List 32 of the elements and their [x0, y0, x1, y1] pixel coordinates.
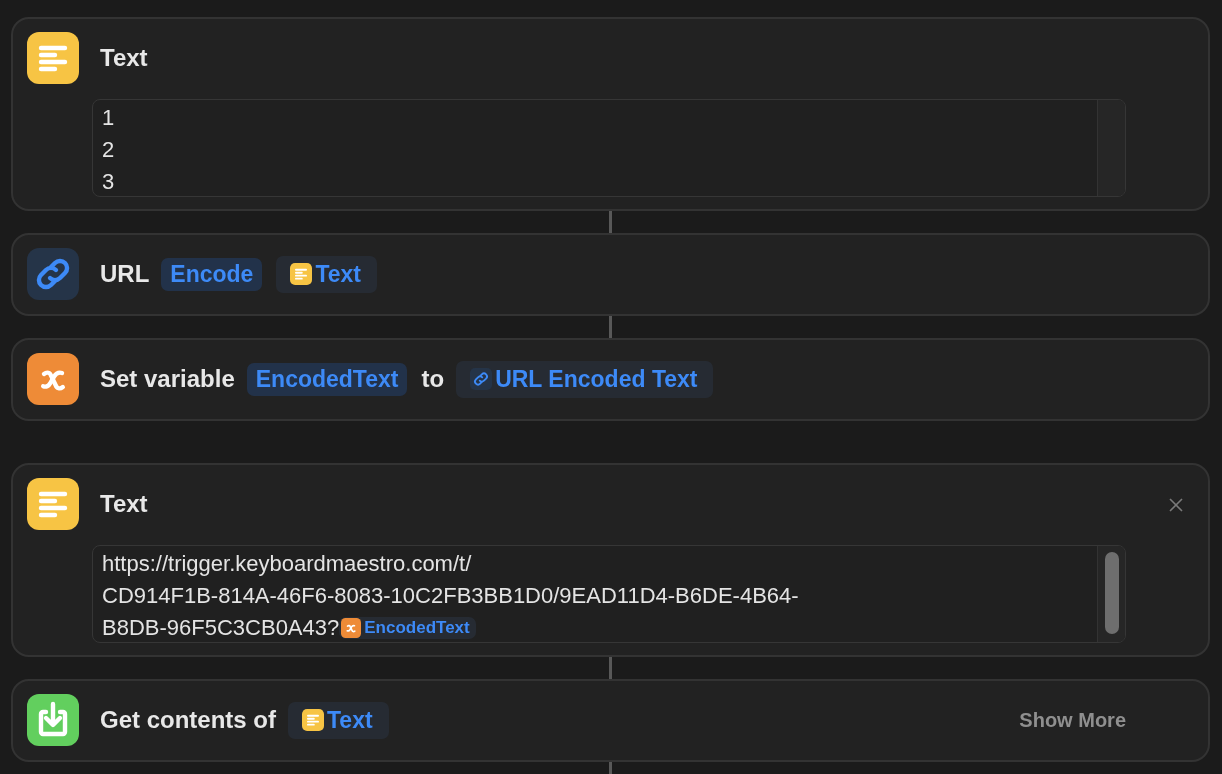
variable-icon	[27, 353, 79, 405]
download-tray-icon	[27, 694, 79, 746]
variable-token[interactable]: EncodedText	[339, 617, 476, 639]
text-line: 3	[102, 169, 115, 195]
variable-token[interactable]: EncodedText	[246, 362, 408, 396]
action-title: Text	[100, 44, 148, 72]
text-line: 1	[102, 105, 115, 131]
text-lines-icon	[27, 478, 79, 530]
action-label: Set variable	[100, 365, 235, 393]
variable-token[interactable]: Encode	[161, 257, 263, 291]
text-line: 2	[102, 137, 115, 163]
text-line: https://trigger.keyboardmaestro.com/t/	[102, 551, 472, 577]
variable-icon	[341, 618, 362, 638]
link-icon	[470, 368, 493, 390]
text-lines-icon	[290, 263, 313, 285]
text-lines-icon	[302, 709, 324, 731]
action-label: Get contents of	[100, 706, 276, 734]
text-line: B8DB-96F5C3CB0A43?	[102, 615, 340, 641]
action-label: to	[421, 365, 445, 393]
variable-token[interactable]: Text	[276, 255, 377, 293]
action-label: URL	[100, 260, 150, 288]
scroll-thumb[interactable]	[1104, 552, 1119, 634]
text-line: CD914F1B-814A-46F6-8083-10C2FB3BB1D0/9EAD11D4-B6DE-4B64-	[102, 583, 799, 609]
text-field[interactable]: 1 2 3	[92, 99, 1126, 197]
show-more-button[interactable]: Show More	[1019, 708, 1126, 732]
link-icon	[27, 248, 79, 300]
text-field[interactable]: https://trigger.keyboardmaestro.com/t/ CD914F1B-814A-46F6-8083-10C2FB3BB1D0/9EAD11D4-B6DE-4B64- B8DB-96F5C3CB0A43? EncodedText	[92, 545, 1126, 643]
action-title: Text	[100, 490, 148, 518]
text-lines-icon	[27, 32, 79, 84]
variable-token[interactable]: URL Encoded Text	[456, 360, 714, 398]
variable-token[interactable]: Text	[288, 701, 389, 739]
close-icon[interactable]	[1168, 497, 1184, 513]
